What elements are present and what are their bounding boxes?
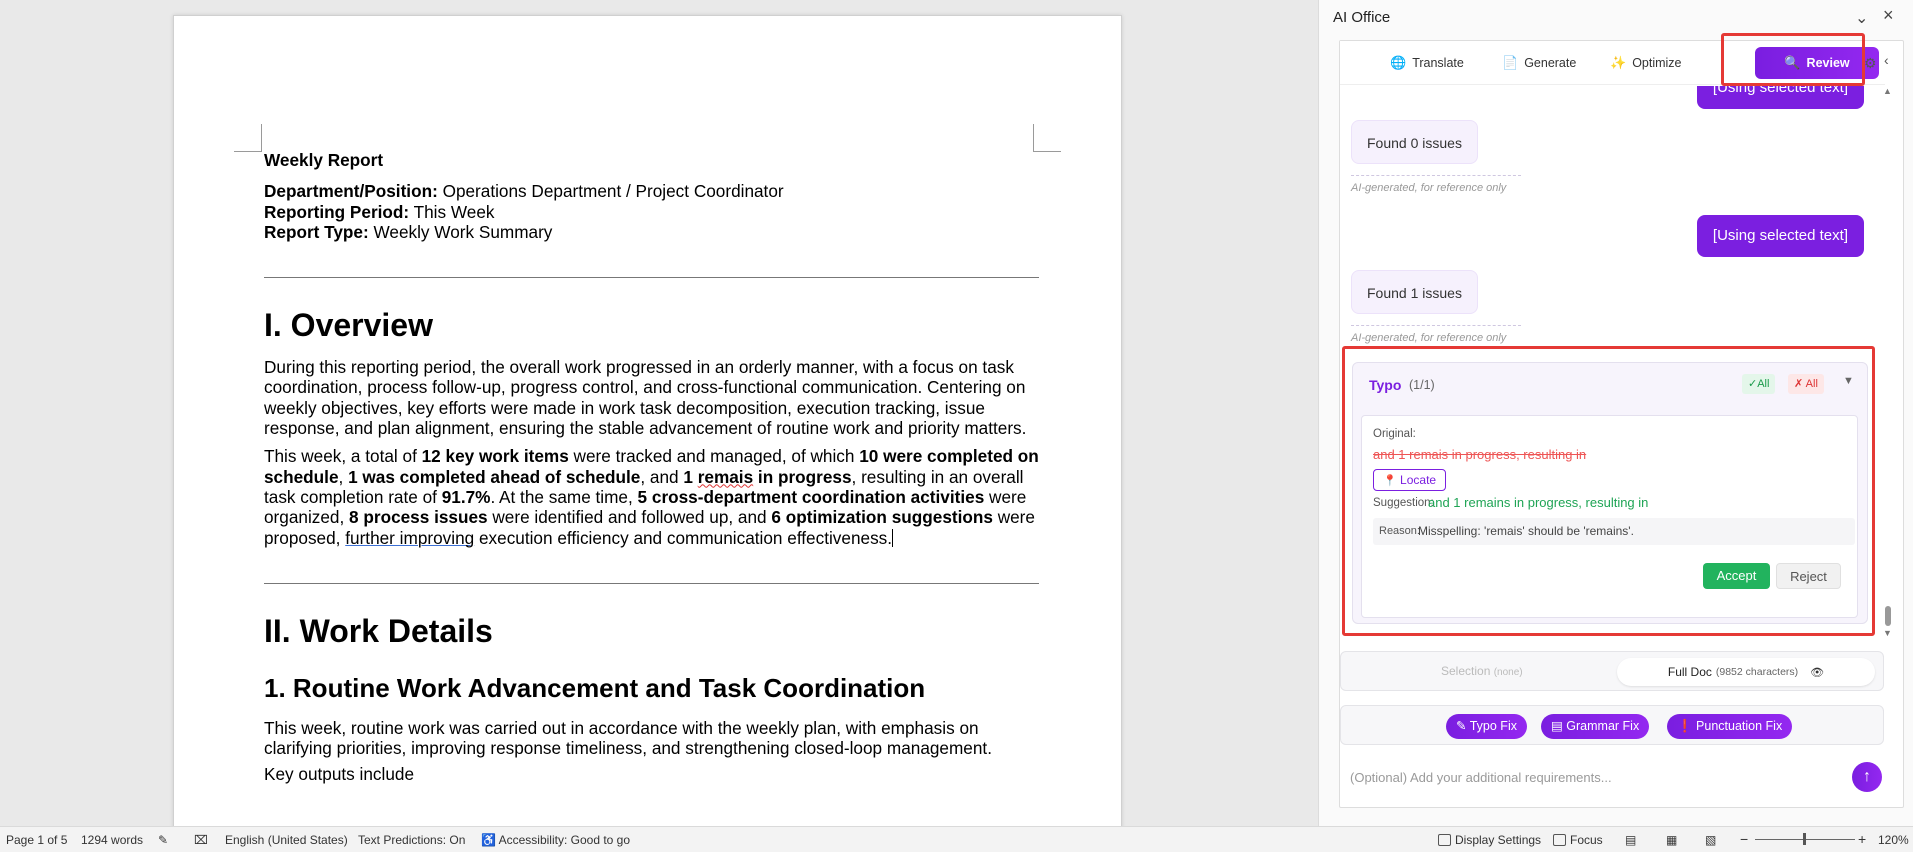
zoom-level[interactable]: 120% xyxy=(1878,833,1909,847)
paragraph-summary: This week, a total of 12 key work items … xyxy=(264,446,1039,548)
misspelled-word[interactable]: remais xyxy=(698,467,753,487)
proofing-icon[interactable]: ✎ xyxy=(158,833,168,847)
tab-review[interactable]: 🔍 Review xyxy=(1755,47,1879,79)
document-body[interactable]: Weekly Report Department/Position: Opera… xyxy=(264,150,1039,785)
grammar-suggestion-underline[interactable]: further improving xyxy=(345,528,474,548)
panel-options-chevron-icon[interactable]: ⌄ xyxy=(1855,8,1868,28)
tab-generate[interactable]: 📄 Generate xyxy=(1502,41,1576,85)
user-message: [Using selected text] xyxy=(1696,215,1864,257)
ai-disclaimer: AI-generated, for reference only xyxy=(1351,175,1521,194)
text-cursor xyxy=(892,528,894,547)
scope-selection-option[interactable]: Selection (none) xyxy=(1441,664,1523,678)
issue-detail: Original: and 1 remais in progress, resu… xyxy=(1361,415,1858,618)
horizontal-rule xyxy=(264,582,1039,584)
panel-title: AI Office xyxy=(1333,9,1391,26)
meta-department: Department/Position: Operations Departme… xyxy=(264,181,784,202)
reason-label: Reason: xyxy=(1379,525,1420,537)
locate-button[interactable]: 📍 Locate xyxy=(1373,469,1447,491)
scope-full-doc-option[interactable]: Full Doc (9852 characters) 👁 xyxy=(1617,658,1875,686)
assistant-message: Found 0 issues xyxy=(1351,120,1478,164)
word-count[interactable]: 1294 words xyxy=(81,833,143,847)
pin-icon: 📍 xyxy=(1383,475,1397,487)
quick-actions: ✎ Typo Fix ▤ Grammar Fix ❗ Punctuation F… xyxy=(1340,705,1884,745)
magnifier-icon: 🔍 xyxy=(1784,55,1801,70)
assistant-message: Found 1 issues xyxy=(1351,270,1478,314)
heading-routine-work: 1. Routine Work Advancement and Task Coo… xyxy=(264,672,926,703)
eye-icon[interactable]: 👁 xyxy=(1810,666,1824,679)
focus-mode[interactable]: Focus xyxy=(1553,833,1603,847)
issue-type: Typo xyxy=(1369,377,1402,393)
paragraph-key-outputs: Key outputs include xyxy=(264,764,415,785)
status-bar: Page 1 of 5 1294 words ✎ ⌧ English (Unit… xyxy=(0,826,1913,852)
punctuation-fix-button[interactable]: ❗ Punctuation Fix xyxy=(1667,714,1793,739)
language-status[interactable]: English (United States) xyxy=(225,833,348,847)
page-count[interactable]: Page 1 of 5 xyxy=(6,833,67,847)
original-label: Original: xyxy=(1373,428,1416,440)
tab-translate[interactable]: 🌐 Translate xyxy=(1390,41,1464,85)
suggestion-text: and 1 remains in progress, resulting in xyxy=(1428,495,1649,510)
user-message: [Using selected text] xyxy=(1696,86,1864,109)
grammar-fix-button[interactable]: ▤ Grammar Fix xyxy=(1541,714,1650,739)
chat-scrollbar[interactable]: ▲ ▼ xyxy=(1883,86,1893,642)
collapse-chevron-icon[interactable]: ▼ xyxy=(1843,375,1854,387)
scroll-thumb[interactable] xyxy=(1885,606,1891,626)
scroll-down-icon[interactable]: ▼ xyxy=(1883,628,1892,638)
paragraph-overview: During this reporting period, the overal… xyxy=(264,357,1027,439)
reason-box: Reason: Misspelling: 'remais' should be … xyxy=(1373,518,1855,545)
reject-button[interactable]: Reject xyxy=(1776,563,1841,589)
sparkle-icon: ✨ xyxy=(1610,55,1627,70)
zoom-slider-thumb[interactable] xyxy=(1803,833,1806,845)
scroll-up-icon[interactable]: ▲ xyxy=(1883,86,1892,96)
globe-icon: 🌐 xyxy=(1390,55,1407,70)
heading-overview: I. Overview xyxy=(264,307,433,344)
zoom-out-button[interactable]: − xyxy=(1740,831,1748,847)
suggestion-label: Suggestion: xyxy=(1373,497,1434,509)
ai-disclaimer: AI-generated, for reference only xyxy=(1351,325,1521,344)
close-icon[interactable]: × xyxy=(1883,5,1894,26)
document-icon: 📄 xyxy=(1502,55,1519,70)
text-predictions-status[interactable]: Text Predictions: On xyxy=(358,833,465,847)
prompt-input-row: ↑ xyxy=(1340,757,1884,797)
display-settings[interactable]: Display Settings xyxy=(1438,833,1541,847)
tab-bar: 🌐 Translate 📄 Generate ✨ Optimize 🔍 Review xyxy=(1340,41,1885,85)
meta-block: Department/Position: Operations Departme… xyxy=(264,181,1039,242)
horizontal-rule xyxy=(264,277,1039,279)
arrow-up-icon: ↑ xyxy=(1863,768,1871,785)
read-mode-icon[interactable]: ▤ xyxy=(1625,833,1636,847)
focus-icon xyxy=(1553,834,1566,846)
heading-work-details: II. Work Details xyxy=(264,612,493,649)
display-settings-icon xyxy=(1438,834,1451,846)
paragraph-routine: This week, routine work was carried out … xyxy=(264,717,992,759)
requirements-input[interactable] xyxy=(1340,757,1840,797)
send-button[interactable]: ↑ xyxy=(1852,762,1882,792)
web-layout-icon[interactable]: ▧ xyxy=(1705,833,1716,847)
issue-count: (1/1) xyxy=(1409,378,1435,392)
document-canvas: Weekly Report Department/Position: Opera… xyxy=(0,0,1318,826)
typo-fix-button[interactable]: ✎ Typo Fix xyxy=(1446,714,1527,739)
accept-all-button[interactable]: ✓All xyxy=(1742,374,1776,394)
doc-title: Weekly Report xyxy=(264,150,384,170)
accessibility-icon-small[interactable]: ⌧ xyxy=(194,833,208,847)
tab-optimize[interactable]: ✨ Optimize xyxy=(1610,41,1682,85)
meta-period: Reporting Period: This Week xyxy=(264,201,495,222)
reason-text: Misspelling: 'remais' should be 'remains… xyxy=(1418,524,1634,538)
print-layout-icon[interactable]: ▦ xyxy=(1666,833,1677,847)
accessibility-status[interactable]: ♿ Accessibility: Good to go xyxy=(481,833,630,847)
reject-all-button[interactable]: ✗ All xyxy=(1788,374,1824,394)
crop-mark-top-left xyxy=(234,124,262,152)
meta-type: Report Type: Weekly Work Summary xyxy=(264,221,553,242)
accessibility-icon: ♿ xyxy=(481,833,496,847)
chevron-left-icon[interactable]: ‹ xyxy=(1884,52,1889,68)
zoom-in-button[interactable]: + xyxy=(1858,831,1866,847)
original-text: and 1 remais in progress, resulting in xyxy=(1373,447,1587,462)
scope-selector: Selection (none) Full Doc (9852 character… xyxy=(1340,651,1884,691)
crop-mark-top-right xyxy=(1033,124,1061,152)
gear-icon[interactable]: ⚙ xyxy=(1864,55,1877,72)
issue-card: Typo (1/1) ✓All ✗ All ▼ Original: and 1 … xyxy=(1352,362,1868,624)
accept-button[interactable]: Accept xyxy=(1703,563,1770,589)
